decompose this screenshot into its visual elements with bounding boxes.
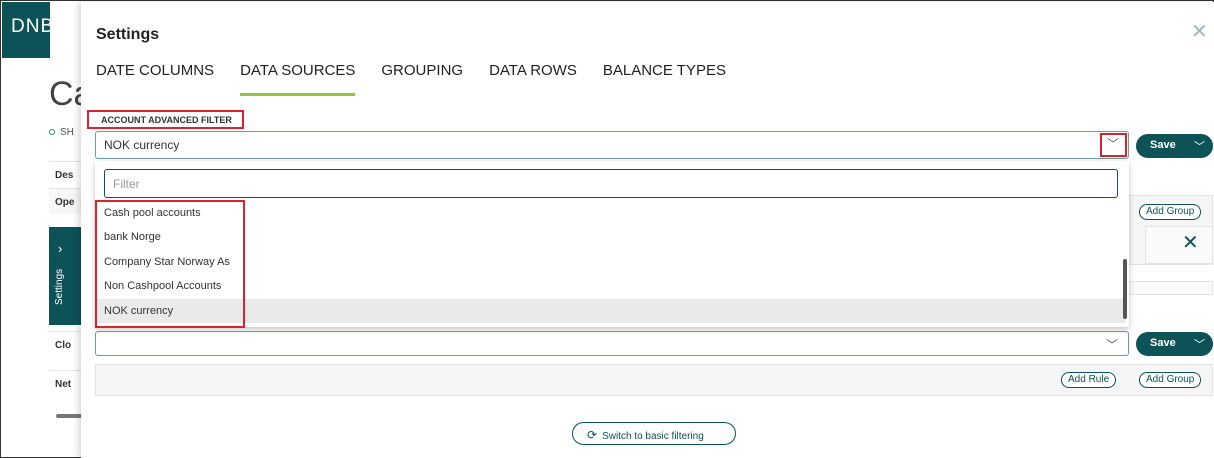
background-row-label: Clo <box>49 331 81 357</box>
dnb-logo: DNB <box>2 2 53 58</box>
add-group-button[interactable]: Add Group <box>1139 204 1202 220</box>
tab-date-columns[interactable]: DATE COLUMNS <box>96 62 214 96</box>
highlight-box <box>87 110 244 129</box>
settings-tabs: DATE COLUMNS DATA SOURCES GROUPING DATA … <box>96 62 726 96</box>
chevron-right-icon: › <box>58 241 63 256</box>
settings-panel: Settings ✕ DATE COLUMNS DATA SOURCES GRO… <box>81 2 1214 458</box>
account-filter-select[interactable]: NOK currency <box>95 131 1129 159</box>
background-subtitle: SH <box>49 127 74 138</box>
background-row-label: Des <box>49 161 81 187</box>
rule-remove-box: ✕ <box>1145 226 1213 264</box>
second-filter-select[interactable]: ﹀ <box>95 331 1129 356</box>
app-frame: DNB Ca SH Des Ope › Settings Clo Net Set… <box>0 0 1214 458</box>
highlight-box <box>95 200 245 328</box>
dropdown-option-selected[interactable]: NOK currency <box>95 299 1125 323</box>
tab-data-rows[interactable]: DATA ROWS <box>489 62 577 96</box>
dropdown-option[interactable]: bank Norge <box>95 225 1125 249</box>
dropdown-option[interactable]: Company Star Norway As <box>95 250 1125 274</box>
account-filter-dropdown: Filter Cash pool accounts bank Norge Com… <box>95 161 1129 328</box>
add-group-button[interactable]: Add Group <box>1139 372 1202 388</box>
save-button[interactable]: Save ﹀ <box>1136 332 1213 356</box>
switch-to-basic-filtering-button[interactable]: ⟳ Switch to basic filtering <box>572 422 736 445</box>
save-button[interactable]: Save ﹀ <box>1136 134 1213 158</box>
dropdown-scrollbar[interactable] <box>1123 259 1127 319</box>
tab-balance-types[interactable]: BALANCE TYPES <box>603 62 726 96</box>
chevron-down-icon[interactable]: ﹀ <box>1194 336 1205 352</box>
chevron-down-icon[interactable]: ﹀ <box>1194 138 1205 154</box>
status-dot-icon <box>49 129 55 135</box>
close-icon[interactable]: ✕ <box>1191 22 1208 42</box>
tab-data-sources[interactable]: DATA SOURCES <box>240 62 356 96</box>
chevron-down-icon[interactable]: ﹀ <box>1106 336 1118 353</box>
refresh-icon: ⟳ <box>587 428 598 442</box>
tab-grouping[interactable]: GROUPING <box>381 62 463 96</box>
dropdown-option[interactable]: Non Cashpool Accounts <box>95 274 1125 298</box>
close-icon[interactable]: ✕ <box>1182 233 1199 253</box>
settings-side-tab[interactable]: › Settings <box>49 227 81 325</box>
group-row <box>95 364 1213 396</box>
background-scrollbar <box>56 414 82 418</box>
background-row-label: Net <box>49 370 81 396</box>
settings-side-tab-label: Settings <box>54 268 65 305</box>
dropdown-option[interactable]: Cash pool accounts <box>95 201 1125 225</box>
panel-title: Settings <box>96 26 160 43</box>
filter-input[interactable]: Filter <box>104 169 1118 198</box>
background-row-label: Ope <box>49 188 81 214</box>
highlight-box <box>1100 133 1127 157</box>
add-rule-button[interactable]: Add Rule <box>1061 372 1117 388</box>
